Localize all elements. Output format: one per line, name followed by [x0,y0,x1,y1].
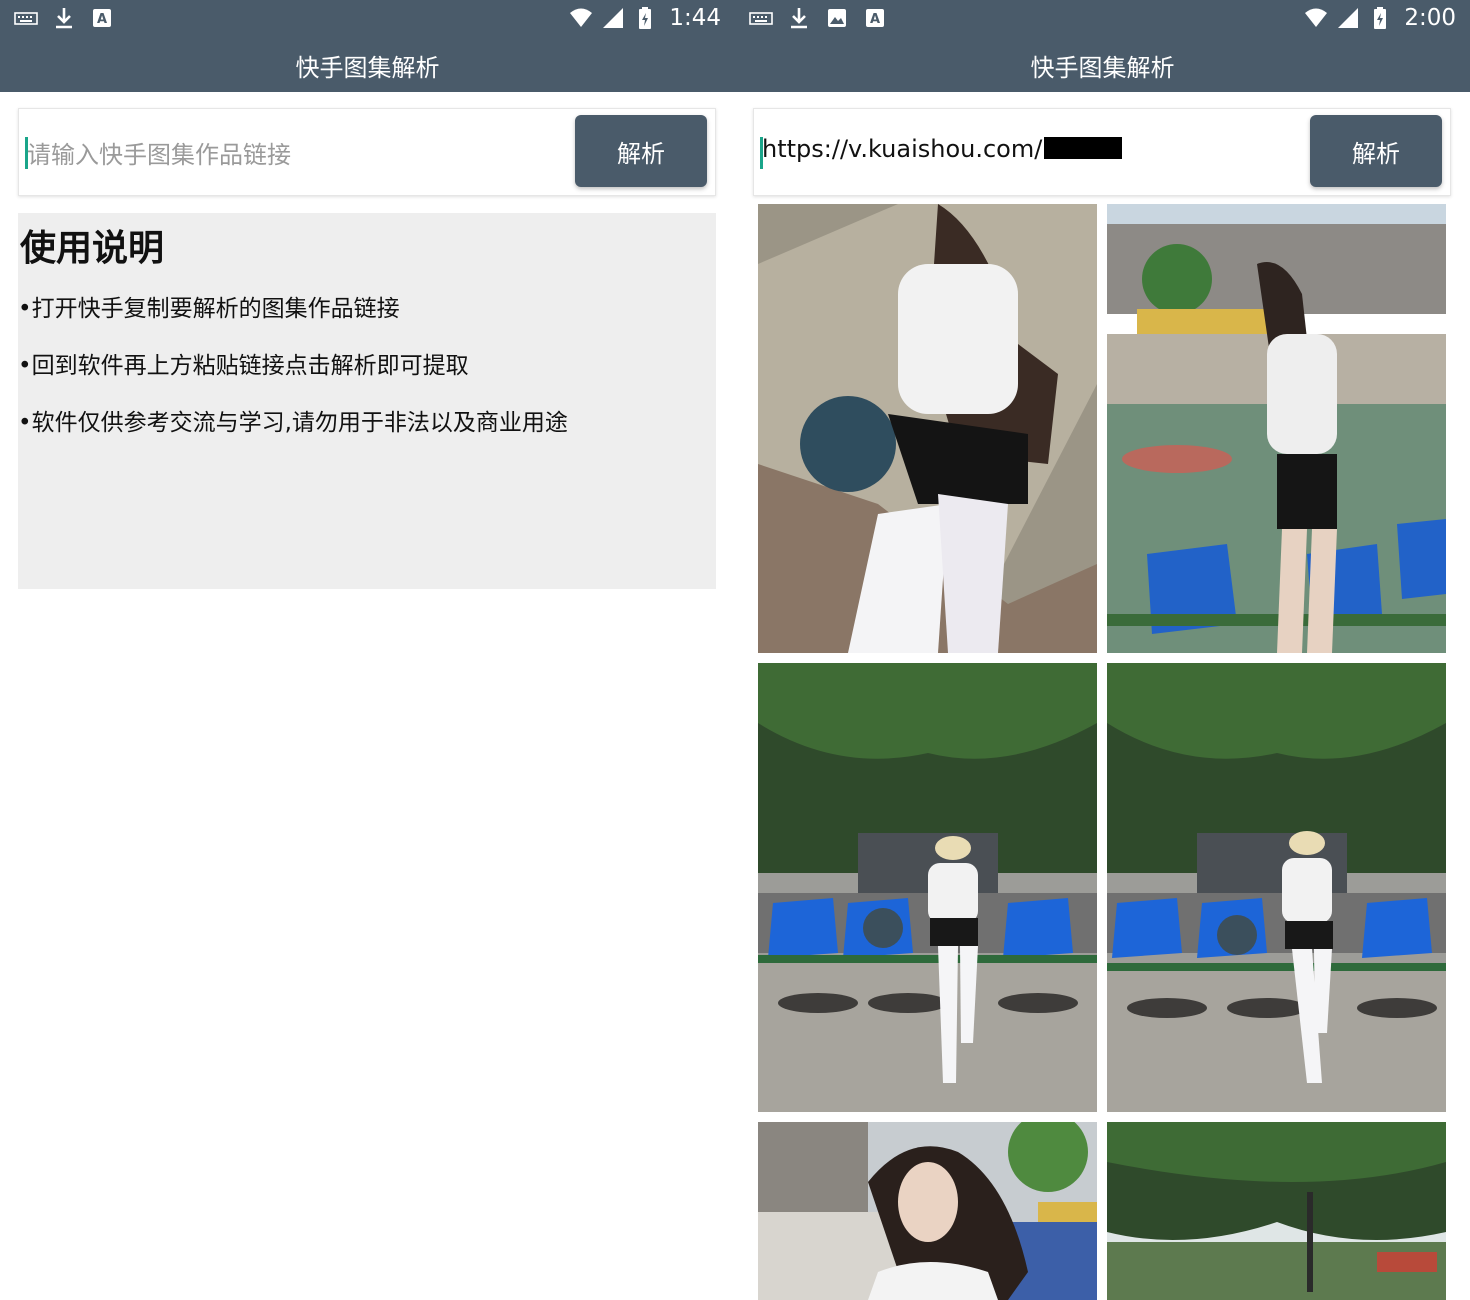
result-photo-4[interactable] [1107,663,1446,1112]
screen-before-parse: A 1:44 快手图集解析 请输入快手图集作品链接 解析 使用说明 •打开快手复… [0,0,735,1300]
link-input-value: https://v.kuaishou.com/ [762,135,1043,163]
wifi-icon [569,6,593,30]
signal-icon [1336,6,1360,30]
redaction-bar [1044,137,1123,159]
instruction-item: •回到软件再上方粘贴链接点击解析即可提取 [18,353,469,379]
instructions-title: 使用说明 [20,228,165,269]
link-input-card: https://v.kuaishou.com/ 解析 [753,108,1451,196]
wifi-icon [1304,6,1328,30]
instruction-item: •软件仅供参考交流与学习,请勿用于非法以及商业用途 [18,410,568,436]
result-photo-3[interactable] [758,663,1097,1112]
instructions-panel: 使用说明 •打开快手复制要解析的图集作品链接 •回到软件再上方粘贴链接点击解析即… [18,213,716,589]
status-bar: A 1:44 [0,0,735,38]
battery-icon [633,6,657,30]
screen-after-parse: A 2:00 快手图集解析 https://v.kuaishou.com/ 解析 [735,0,1470,1300]
image-icon [825,6,849,30]
link-input[interactable]: 请输入快手图集作品链接 [27,135,291,170]
clock: 1:44 [669,5,721,31]
result-photo-6[interactable] [1107,1122,1446,1300]
link-input-card: 请输入快手图集作品链接 解析 [18,108,716,196]
app-bar: 快手图集解析 [735,38,1470,92]
text-icon: A [863,6,887,30]
keyboard-icon [14,6,38,30]
result-photo-1[interactable] [758,204,1097,653]
signal-icon [601,6,625,30]
parse-button[interactable]: 解析 [1310,115,1442,187]
text-icon: A [90,6,114,30]
link-input[interactable]: https://v.kuaishou.com/ [762,135,1123,163]
instruction-item: •打开快手复制要解析的图集作品链接 [18,296,400,322]
download-icon [52,6,76,30]
status-bar: A 2:00 [735,0,1470,38]
app-title: 快手图集解析 [1030,53,1175,82]
svg-text:A: A [97,12,107,27]
clock: 2:00 [1404,5,1456,31]
svg-text:A: A [870,12,880,27]
app-bar: 快手图集解析 [0,38,735,92]
result-photo-5[interactable] [758,1122,1097,1300]
app-title: 快手图集解析 [295,53,440,82]
battery-icon [1368,6,1392,30]
result-photo-2[interactable] [1107,204,1446,653]
keyboard-icon [749,6,773,30]
parse-button[interactable]: 解析 [575,115,707,187]
result-image-grid [758,204,1448,1300]
download-icon [787,6,811,30]
